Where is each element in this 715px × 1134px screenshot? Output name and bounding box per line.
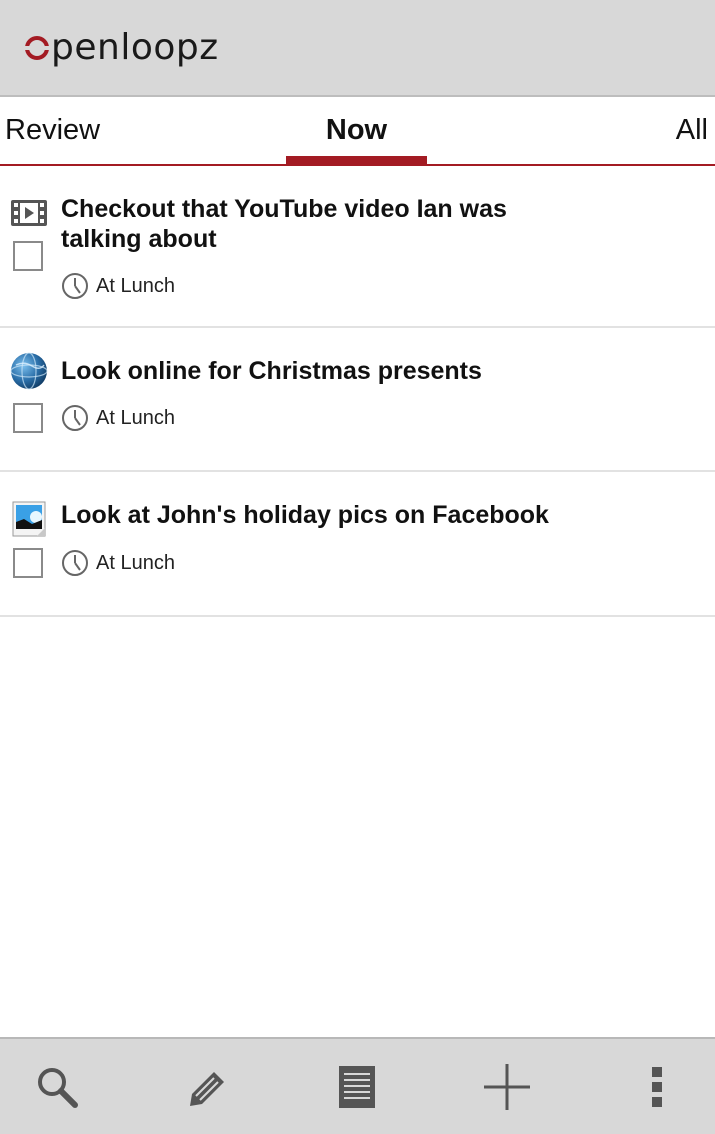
tab-review[interactable]: Review [5, 97, 100, 164]
active-tab-indicator [286, 156, 427, 164]
clock-icon [62, 550, 88, 576]
overflow-menu-button[interactable] [629, 1059, 685, 1115]
clock-icon [62, 273, 88, 299]
edit-button[interactable] [179, 1059, 235, 1115]
item-checkbox[interactable] [13, 403, 43, 433]
context-label: At Lunch [96, 551, 175, 574]
add-button[interactable] [479, 1059, 535, 1115]
tab-all[interactable]: All [676, 97, 708, 164]
overflow-menu-icon [652, 1067, 662, 1107]
context-label: At Lunch [96, 406, 175, 429]
item-context: At Lunch [61, 549, 175, 577]
search-icon [38, 1068, 78, 1108]
search-button[interactable] [29, 1059, 85, 1115]
list-item[interactable]: Look online for Christmas presents At Lu… [0, 328, 715, 472]
item-context: At Lunch [61, 272, 175, 300]
list-item[interactable]: Look at John's holiday pics on Facebook … [0, 472, 715, 617]
logo-text: penloopz [51, 27, 219, 68]
item-title: Look at John's holiday pics on Facebook [61, 501, 549, 529]
globe-icon [10, 352, 48, 390]
item-checkbox[interactable] [13, 241, 43, 271]
context-label: At Lunch [96, 274, 175, 297]
list-button[interactable] [329, 1059, 385, 1115]
logo-ring-icon [24, 36, 50, 60]
list-icon [339, 1066, 375, 1108]
add-icon [484, 1064, 530, 1110]
list-item[interactable]: Checkout that YouTube video Ian was talk… [0, 166, 715, 328]
app-bar: penloopz [0, 0, 715, 97]
edit-icon [190, 1072, 224, 1106]
bottom-action-bar [0, 1037, 715, 1134]
picture-icon [12, 501, 46, 537]
item-title: Look online for Christmas presents [61, 357, 482, 385]
item-context: At Lunch [61, 404, 175, 432]
clock-icon [62, 405, 88, 431]
tab-now[interactable]: Now [286, 97, 427, 164]
item-title: Checkout that YouTube video Ian was talk… [61, 195, 507, 253]
app-logo: penloopz [24, 27, 219, 69]
item-checkbox[interactable] [13, 548, 43, 578]
video-icon [11, 200, 47, 226]
